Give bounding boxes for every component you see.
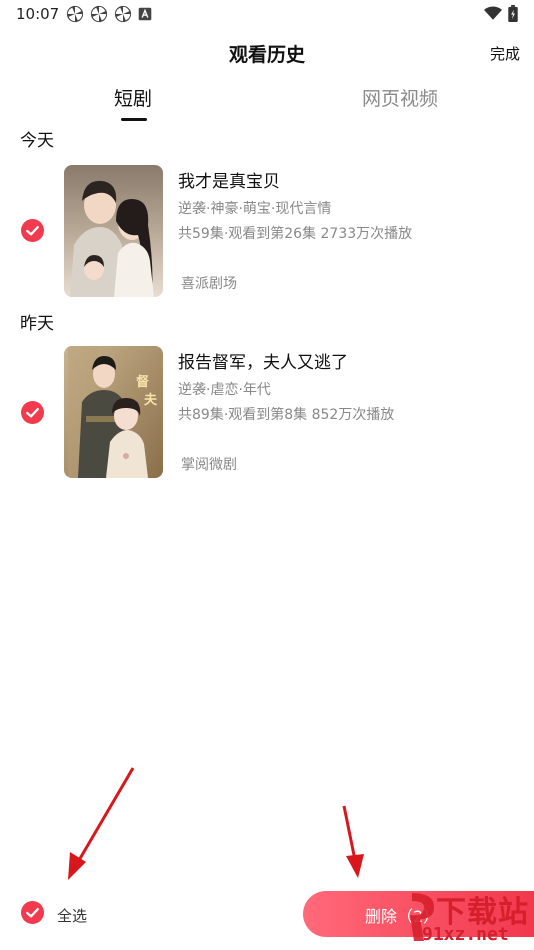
checkmark-icon <box>26 225 39 236</box>
svg-text:夫: 夫 <box>144 392 158 408</box>
pinwheel-icon <box>66 5 84 23</box>
done-button[interactable]: 完成 <box>490 43 520 64</box>
arrow-line-left <box>76 767 135 863</box>
checkmark-icon <box>26 407 39 418</box>
pinwheel-icon <box>114 5 132 23</box>
wifi-icon <box>484 6 502 20</box>
drama-source: 喜派剧场 <box>181 276 237 292</box>
watermark-text-bottom: 91xz.net <box>422 924 509 945</box>
tab-bar: 短剧 网页视频 <box>0 84 534 124</box>
tab-web-video[interactable]: 网页视频 <box>362 84 438 111</box>
battery-icon <box>508 5 518 22</box>
drama-cover-image[interactable] <box>64 165 163 297</box>
header: 观看历史 完成 <box>0 34 534 70</box>
drama-tags: 逆袭·神豪·萌宝·现代言情 <box>178 201 332 217</box>
list-item[interactable]: 督 夫 报告督军，夫人又逃了 逆袭·虐恋·年代 共89集·观看到第8集 852万… <box>0 346 534 478</box>
system-icons <box>484 5 518 22</box>
pinwheel-icon <box>90 5 108 23</box>
drama-stats: 共59集·观看到第26集 2733万次播放 <box>178 226 413 242</box>
arrow-head-left <box>68 852 86 880</box>
drama-title[interactable]: 我才是真宝贝 <box>178 167 280 192</box>
tab-active-indicator <box>121 118 147 121</box>
cover-art: 督 夫 <box>64 346 163 478</box>
arrow-line-right <box>342 805 357 861</box>
item-select-checkbox[interactable] <box>21 219 44 242</box>
status-time: 10:07 <box>16 5 60 23</box>
arrow-head-right <box>346 854 364 878</box>
a-box-icon <box>138 7 152 21</box>
drama-cover-image[interactable]: 督 夫 <box>64 346 163 478</box>
notification-icons <box>66 5 152 23</box>
svg-text:督: 督 <box>136 374 149 390</box>
section-label-yesterday: 昨天 <box>20 314 54 334</box>
drama-stats: 共89集·观看到第8集 852万次播放 <box>178 407 395 423</box>
section-label-today: 今天 <box>20 131 54 151</box>
cover-art <box>64 165 163 297</box>
select-all-checkbox[interactable] <box>21 901 44 924</box>
drama-tags: 逆袭·虐恋·年代 <box>178 382 271 398</box>
page-title: 观看历史 <box>228 44 305 66</box>
status-bar: 10:07 <box>0 0 534 28</box>
tab-short-drama[interactable]: 短剧 <box>114 84 152 111</box>
checkmark-icon <box>26 907 39 918</box>
drama-title[interactable]: 报告督军，夫人又逃了 <box>178 348 348 373</box>
item-select-checkbox[interactable] <box>21 401 44 424</box>
site-watermark: 下载站 91xz.net <box>408 887 534 947</box>
drama-source: 掌阅微剧 <box>181 457 237 473</box>
list-item[interactable]: 我才是真宝贝 逆袭·神豪·萌宝·现代言情 共59集·观看到第26集 2733万次… <box>0 165 534 297</box>
select-all-label[interactable]: 全选 <box>57 905 87 926</box>
